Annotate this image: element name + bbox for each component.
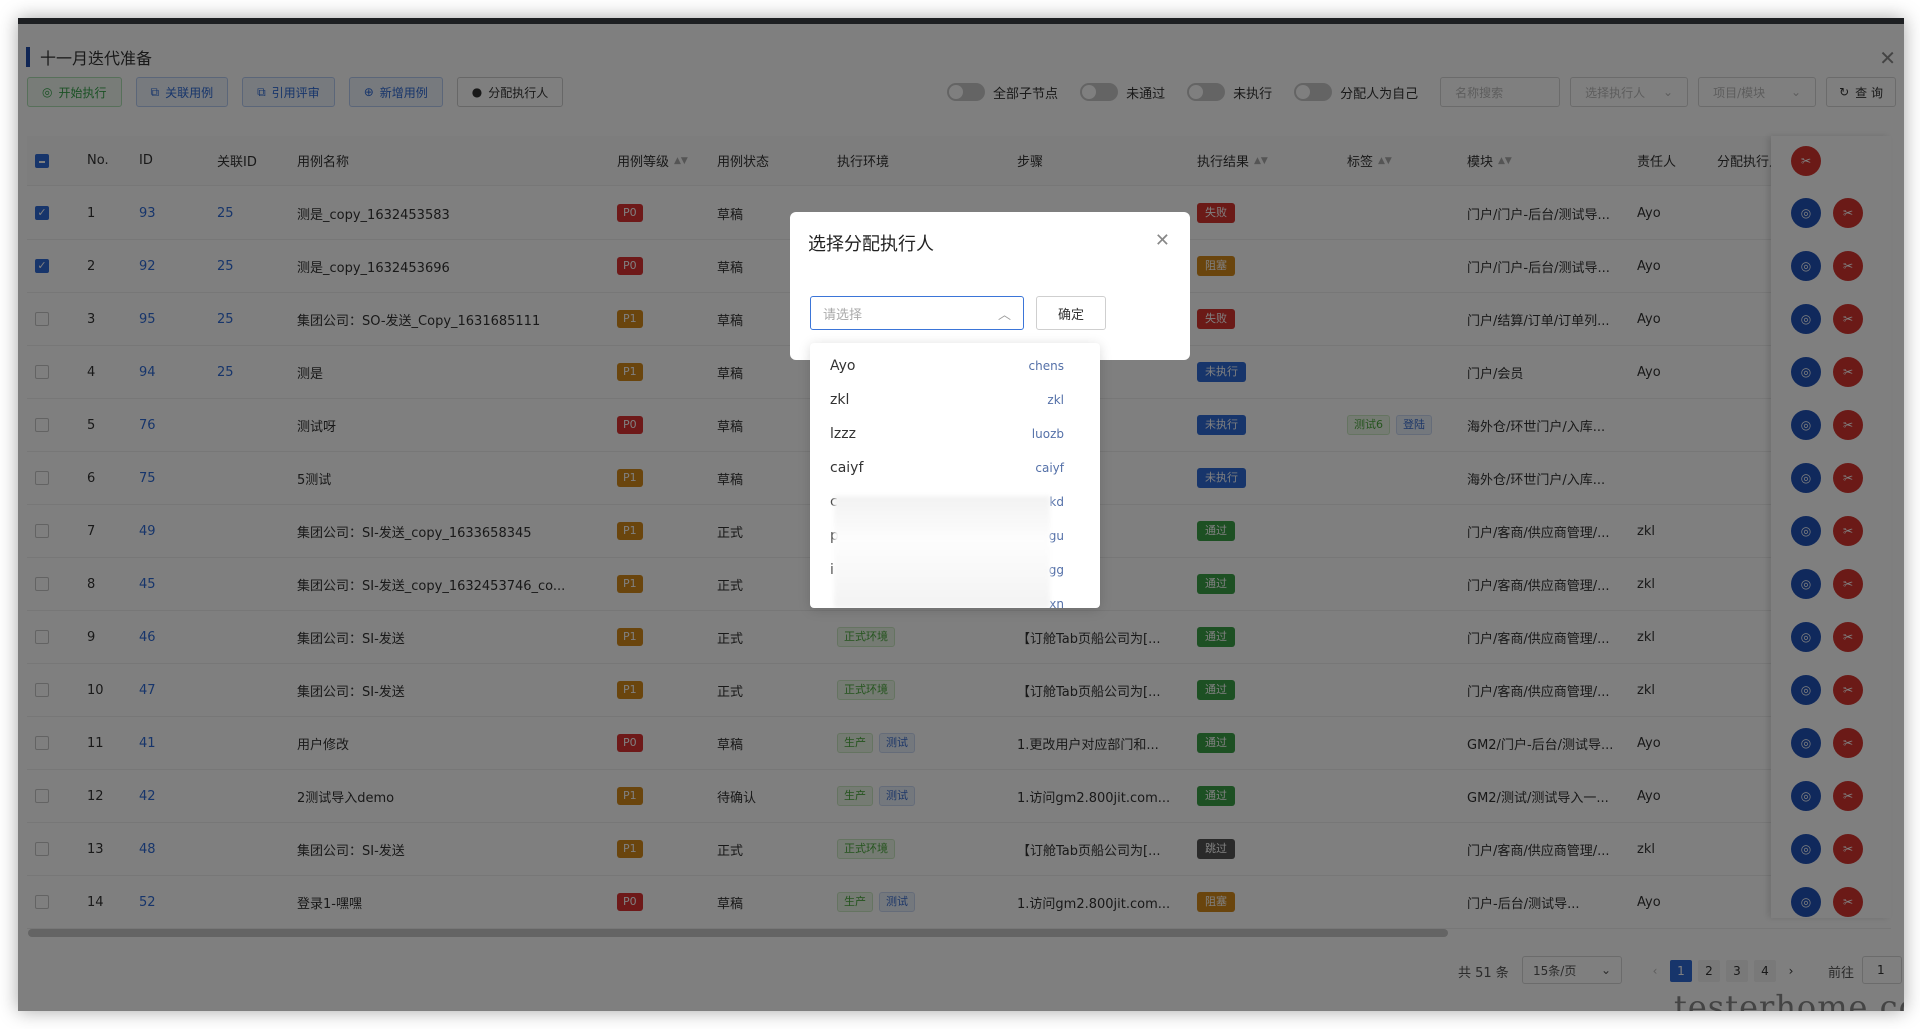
executor-option[interactable]: Ayo chens <box>810 349 1100 383</box>
executor-options-dropdown: Ayochenszklzkllzzzluozbcaiyfcaiyfckdpgui… <box>810 343 1100 608</box>
dialog-title: 选择分配执行人 <box>808 234 934 255</box>
chevron-up-icon: ︿ <box>997 307 1011 323</box>
executor-option[interactable]: zkl zkl <box>810 383 1100 417</box>
window-frame: 十一月迭代准备 ✕ ◎开始执行 ⧉关联用例 ⧉引用评审 ⊕新增用例 ●分配执行人… <box>18 18 1904 1011</box>
assign-executor-dialog: 选择分配执行人 ✕ 请选择 ︿ 确定 <box>790 212 1190 360</box>
confirm-button[interactable]: 确定 <box>1036 296 1106 330</box>
executor-option[interactable]: caiyf caiyf <box>810 451 1100 485</box>
redacted-area <box>834 496 1050 608</box>
watermark: testerhome.com <box>1674 988 1904 1011</box>
executor-option[interactable]: lzzz luozb <box>810 417 1100 451</box>
executor-dropdown-select[interactable]: 请选择 ︿ <box>810 296 1024 330</box>
close-icon[interactable]: ✕ <box>1155 230 1170 251</box>
